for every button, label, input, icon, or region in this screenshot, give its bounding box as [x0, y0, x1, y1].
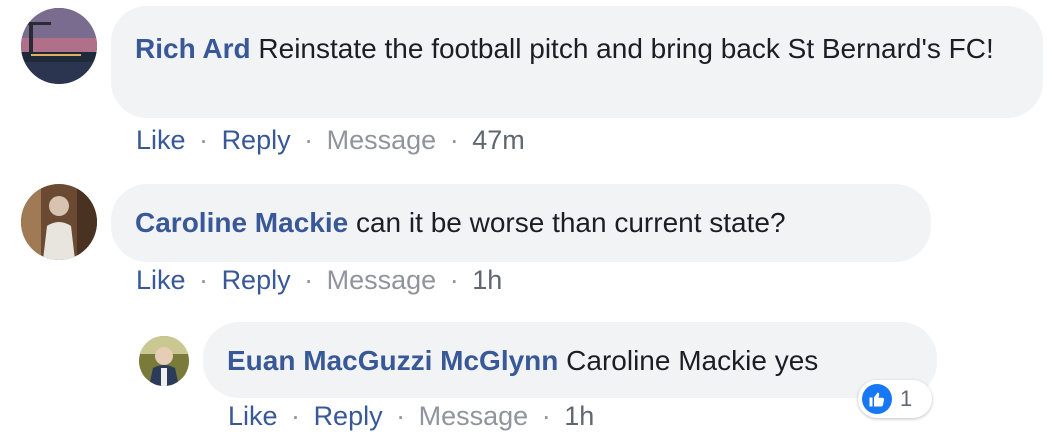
comment-bubble: Rich Ard Reinstate the football pitch an…: [111, 6, 1043, 118]
reaction-summary[interactable]: 1: [858, 380, 932, 418]
separator: ·: [199, 125, 209, 155]
reply-actions: Like · Reply · Message · 1h: [228, 400, 594, 432]
like-link[interactable]: Like: [136, 265, 186, 295]
reply-link[interactable]: Reply: [314, 401, 383, 431]
message-link[interactable]: Message: [327, 265, 437, 295]
avatar[interactable]: [21, 184, 97, 260]
reply-euan-macguzzi-mcglynn: Euan MacGuzzi McGlynn Caroline Mackie ye…: [0, 310, 1058, 442]
avatar[interactable]: [139, 336, 189, 386]
separator: ·: [291, 401, 301, 431]
message-link[interactable]: Message: [327, 125, 437, 155]
thumbs-up-icon: [862, 384, 892, 414]
separator: ·: [396, 401, 406, 431]
comment-author[interactable]: Rich Ard: [135, 33, 251, 64]
separator: ·: [449, 265, 459, 295]
timestamp[interactable]: 1h: [472, 265, 502, 295]
reply-author[interactable]: Euan MacGuzzi McGlynn: [227, 345, 558, 376]
separator: ·: [541, 401, 551, 431]
reaction-count: 1: [900, 386, 913, 411]
comment-bubble: Caroline Mackie can it be worse than cur…: [111, 184, 931, 262]
separator: ·: [304, 125, 314, 155]
separator: ·: [199, 265, 209, 295]
like-link[interactable]: Like: [228, 401, 278, 431]
message-link[interactable]: Message: [419, 401, 529, 431]
avatar[interactable]: [21, 8, 97, 84]
reply-link[interactable]: Reply: [222, 265, 291, 295]
reply-bubble: Euan MacGuzzi McGlynn Caroline Mackie ye…: [203, 322, 937, 398]
separator: ·: [304, 265, 314, 295]
comment-text: can it be worse than current state?: [355, 207, 786, 238]
timestamp[interactable]: 1h: [564, 401, 594, 431]
comment-rich-ard: Rich Ard Reinstate the football pitch an…: [0, 0, 1058, 170]
comment-actions: Like · Reply · Message · 47m: [136, 124, 525, 156]
comment-text: Reinstate the football pitch and bring b…: [258, 33, 994, 64]
timestamp[interactable]: 47m: [472, 125, 525, 155]
comment-actions: Like · Reply · Message · 1h: [136, 264, 502, 296]
reply-text: Caroline Mackie yes: [566, 345, 819, 376]
like-link[interactable]: Like: [136, 125, 186, 155]
comment-caroline-mackie: Caroline Mackie can it be worse than cur…: [0, 170, 1058, 310]
reply-link[interactable]: Reply: [222, 125, 291, 155]
comment-author[interactable]: Caroline Mackie: [135, 207, 348, 238]
separator: ·: [449, 125, 459, 155]
